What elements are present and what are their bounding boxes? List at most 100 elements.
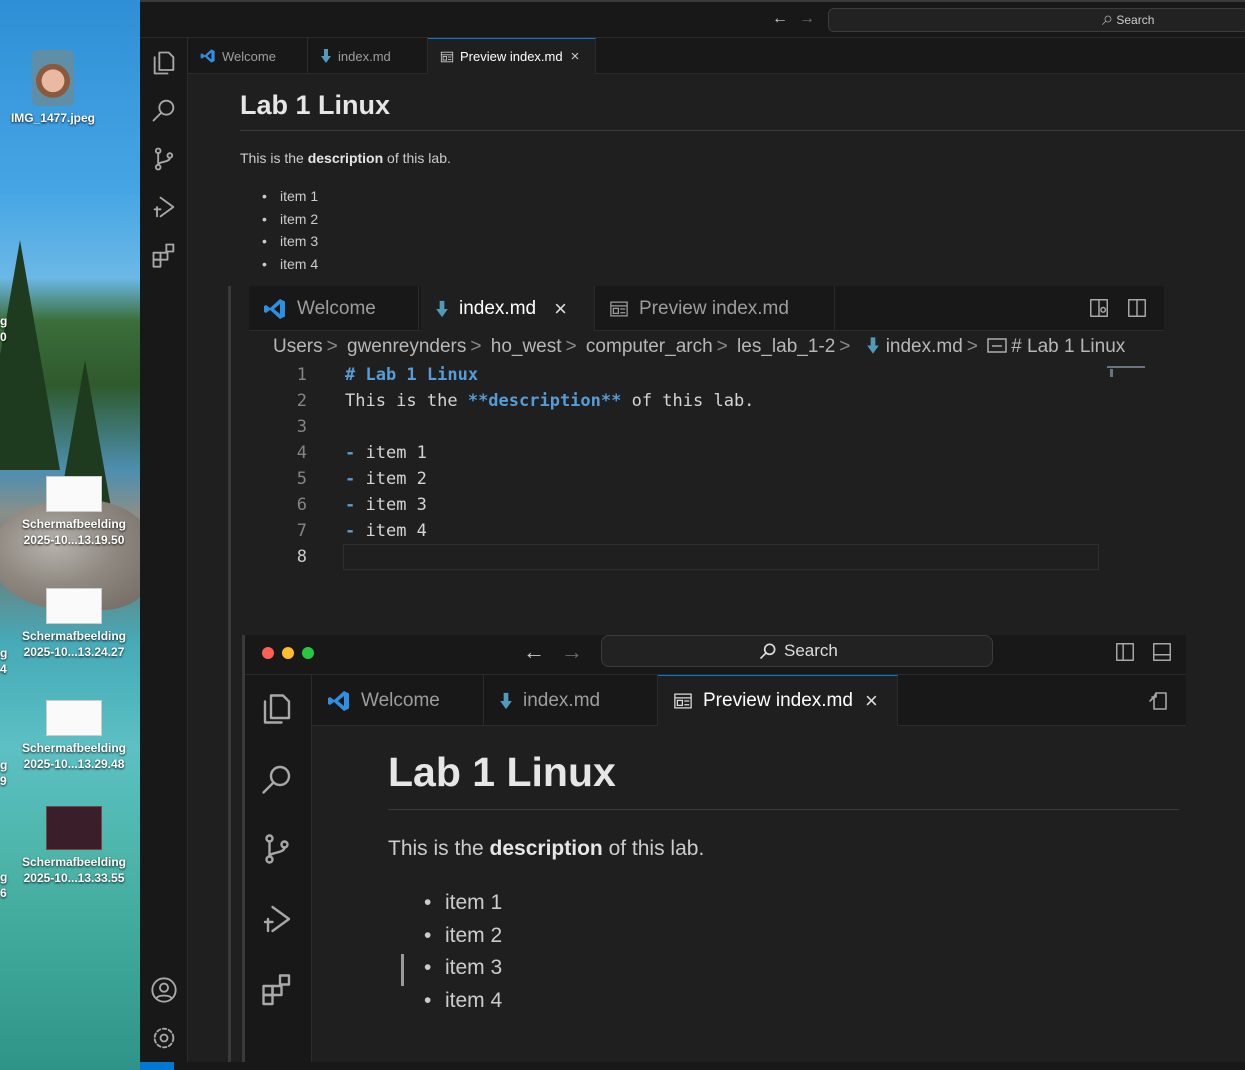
breadcrumb-item[interactable]: computer_arch: [586, 336, 713, 357]
vscode-logo-icon: [200, 49, 215, 63]
line-number: 1: [296, 365, 307, 385]
code-text: - item 2: [345, 469, 427, 489]
tab-label: index.md: [338, 48, 391, 64]
extensions-icon[interactable]: [259, 971, 295, 1007]
cut-off-label: 9: [0, 774, 7, 788]
tab-preview-index-md[interactable]: Preview index.md ×: [658, 675, 898, 726]
forward-arrow-icon[interactable]: →: [561, 639, 583, 665]
line-number: 2: [296, 391, 307, 411]
search-icon[interactable]: [259, 761, 295, 797]
line-number: 8: [296, 547, 307, 567]
open-source-icon[interactable]: [1148, 689, 1172, 713]
cut-off-label: 0: [0, 330, 7, 344]
preview-icon: [440, 51, 454, 62]
remote-indicator[interactable]: [140, 1062, 174, 1070]
breadcrumb: Users > gwenreynders > ho_west > computer_a…: [273, 336, 1125, 358]
desktop-file-screenshot[interactable]: Schermafbeelding 2025-10...13.29.48: [14, 700, 134, 772]
source-control-icon[interactable]: [150, 145, 178, 173]
run-debug-icon[interactable]: [259, 901, 295, 937]
run-debug-icon[interactable]: [150, 193, 178, 221]
vscode-logo-icon: [264, 298, 285, 319]
markdown-file-icon: [321, 49, 331, 63]
back-arrow-icon[interactable]: ←: [523, 639, 545, 665]
split-editor-icon[interactable]: [1126, 297, 1148, 319]
vscode-logo-icon: [328, 690, 349, 711]
list-item: item 1: [240, 188, 318, 211]
desktop-file-screenshot[interactable]: Schermafbeelding 2025-10...13.19.50: [14, 476, 134, 548]
search-icon[interactable]: [150, 96, 178, 124]
desktop-background: IMG_1477.jpeg Schermafbeelding 2025-10..…: [0, 0, 140, 1070]
desktop-file-label: Schermafbeelding: [21, 855, 127, 869]
symbol-string-icon: [987, 338, 1007, 353]
desktop-file-date: 2025-10...13.24.27: [23, 645, 125, 659]
preview-paragraph: This is the description of this lab.: [388, 837, 704, 861]
minimap: [1107, 366, 1147, 380]
minimize-window-button[interactable]: [282, 647, 294, 659]
chevron-right-icon: >: [326, 336, 338, 357]
list-item: item 3: [240, 233, 318, 256]
search-icon: [1102, 15, 1112, 25]
toggle-sidebar-icon[interactable]: [1114, 641, 1136, 663]
editor-tabs: Welcome index.md Preview index.md ×: [188, 38, 1245, 74]
back-arrow-icon[interactable]: ←: [772, 10, 788, 28]
explorer-icon[interactable]: [259, 691, 295, 727]
list-item: item 4: [240, 256, 318, 279]
breadcrumb-item[interactable]: # Lab 1 Linux: [1011, 336, 1125, 357]
desktop-file-screenshot[interactable]: Schermafbeelding 2025-10...13.24.27: [14, 588, 134, 660]
search-icon: [759, 643, 776, 660]
breadcrumb-item[interactable]: ho_west: [491, 336, 562, 357]
desktop-file-screenshot[interactable]: Schermafbeelding 2025-10...13.33.55: [14, 806, 134, 886]
settings-gear-icon[interactable]: [150, 1024, 178, 1052]
editor-actions: [1088, 297, 1148, 319]
chevron-right-icon: >: [839, 336, 851, 357]
account-icon[interactable]: [150, 976, 178, 1004]
breadcrumb-item[interactable]: les_lab_1-2: [737, 336, 835, 357]
para-bold-text: description: [489, 837, 603, 860]
cut-off-label: g: [0, 758, 8, 772]
desktop-file-photo[interactable]: IMG_1477.jpeg: [0, 50, 113, 126]
heading-divider: [388, 809, 1179, 810]
explorer-icon[interactable]: [150, 49, 178, 77]
chevron-right-icon: >: [716, 336, 728, 357]
tree-decoration: [0, 240, 60, 470]
close-tab-icon[interactable]: ×: [865, 688, 878, 714]
extensions-icon[interactable]: [150, 241, 178, 269]
para-text: This is the: [240, 150, 308, 166]
zoom-window-button[interactable]: [302, 647, 314, 659]
list-item: item 2: [388, 924, 502, 957]
screenshot-thumbnail: [46, 806, 102, 850]
list-item: item 2: [240, 211, 318, 234]
tab-welcome[interactable]: Welcome: [249, 286, 419, 331]
breadcrumb-item[interactable]: Users: [273, 336, 323, 357]
breadcrumb-item[interactable]: index.md: [886, 336, 963, 357]
source-control-icon[interactable]: [259, 831, 295, 867]
tab-index-md[interactable]: index.md ×: [421, 286, 595, 331]
desktop-file-date: 2025-10...13.33.55: [23, 871, 125, 885]
tab-welcome[interactable]: Welcome: [312, 675, 484, 726]
screenshot-thumbnail: [46, 588, 102, 624]
line-number: 6: [296, 495, 307, 515]
tab-index-md[interactable]: index.md: [308, 38, 428, 74]
preview-heading: Lab 1 Linux: [240, 90, 391, 120]
tab-welcome[interactable]: Welcome: [188, 38, 308, 74]
tab-index-md[interactable]: index.md: [484, 675, 658, 726]
command-center-search[interactable]: Search: [601, 635, 993, 667]
para-text: of this lab.: [602, 837, 705, 860]
breadcrumb-item[interactable]: gwenreynders: [347, 336, 466, 357]
command-center-search[interactable]: Search: [828, 8, 1245, 32]
tab-preview-index-md[interactable]: Preview index.md: [595, 286, 835, 331]
photo-thumbnail: [32, 50, 74, 106]
heading-divider: [240, 130, 1245, 131]
code-text: - item 1: [345, 443, 427, 463]
desktop-file-label: Schermafbeelding: [21, 517, 127, 531]
close-tab-icon[interactable]: ×: [554, 296, 567, 322]
tab-preview-index-md[interactable]: Preview index.md ×: [428, 38, 596, 74]
close-tab-icon[interactable]: ×: [571, 48, 580, 65]
tab-label: index.md: [459, 297, 537, 319]
markdown-file-icon: [436, 300, 448, 317]
code-text: - item 3: [345, 495, 427, 515]
toggle-panel-icon[interactable]: [1151, 641, 1173, 663]
open-preview-side-icon[interactable]: [1088, 297, 1110, 319]
forward-arrow-icon[interactable]: →: [799, 10, 815, 28]
close-window-button[interactable]: [262, 647, 274, 659]
